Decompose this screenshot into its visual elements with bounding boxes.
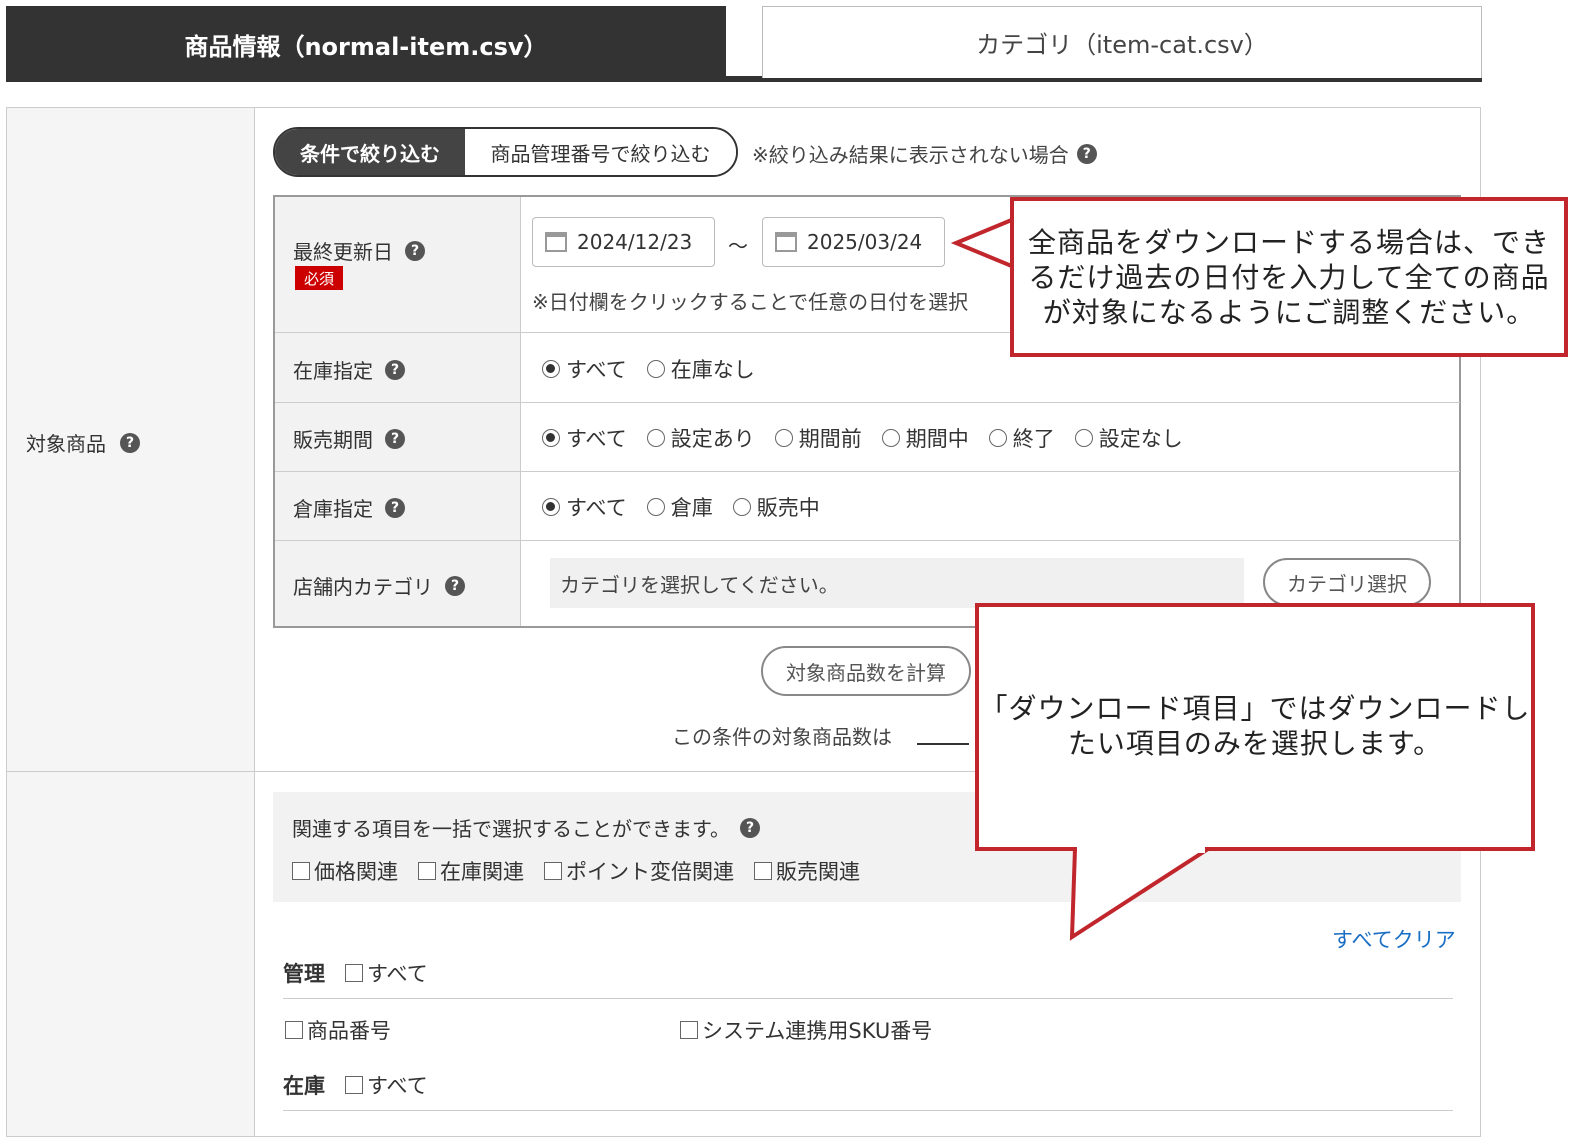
checkbox-sales[interactable]: 販売関連 [754,856,860,886]
filter-note: ※絞り込み結果に表示されない場合 ? [752,139,1097,168]
divider [283,998,1453,999]
radio-icon [881,429,900,447]
help-icon[interactable]: ? [405,240,425,261]
date-note: ※日付欄をクリックすることで任意の日付を選択 [532,290,969,314]
radio-option[interactable]: 設定なし [1074,423,1183,453]
tab-normal-item[interactable]: 商品情報（normal-item.csv） [6,6,726,82]
filter-by-item-number-button[interactable]: 商品管理番号で絞り込む [465,129,736,175]
group-management-header: 管理 すべて [283,958,428,988]
store-category-label: 店舗内カテゴリ ? [293,571,465,600]
checkbox-icon [418,862,436,880]
help-icon[interactable]: ? [1076,143,1097,164]
bulk-checkbox-group: 価格関連 在庫関連 ポイント変倍関連 販売関連 [292,856,860,886]
radio-option[interactable]: すべて [542,423,627,453]
checkbox-stock-all[interactable]: すべて [345,1070,428,1100]
date-from-input[interactable]: 2024/12/23 [532,217,715,267]
stock-radio-group: すべて 在庫なし [542,354,755,384]
radio-icon [646,360,665,378]
checkbox-icon [292,862,310,880]
warehouse-radio-group: すべて 倉庫 販売中 [542,492,820,522]
radio-selected-icon [542,429,560,447]
sale-period-radio-group: すべて 設定あり 期間前 期間中 終了 設定なし [542,423,1183,453]
radio-option[interactable]: 倉庫 [646,492,713,522]
stock-label: 在庫指定 ? [293,355,405,384]
category-field[interactable]: カテゴリを選択してください。 [550,558,1244,608]
filter-mode-toggle: 条件で絞り込む 商品管理番号で絞り込む [273,127,738,177]
checkbox-stock[interactable]: 在庫関連 [418,856,524,886]
help-icon[interactable]: ? [120,432,140,453]
checkbox-icon [285,1021,303,1039]
filter-by-condition-button[interactable]: 条件で絞り込む [275,129,465,175]
radio-icon [732,498,751,516]
group-title: 在庫 [283,1074,325,1098]
tab-item-cat[interactable]: カテゴリ（item-cat.csv） [762,6,1482,78]
radio-icon [988,429,1007,447]
checkbox-icon [345,964,363,982]
help-icon[interactable]: ? [740,817,760,838]
radio-selected-icon [542,360,560,378]
calculate-count-button[interactable]: 対象商品数を計算 [761,646,971,696]
checkbox-price[interactable]: 価格関連 [292,856,398,886]
checkbox-sku-number[interactable]: システム連携用SKU番号 [680,1015,932,1045]
calendar-icon [545,232,567,252]
calendar-icon [775,232,797,252]
divider [283,1110,1453,1111]
checkbox-icon [345,1076,363,1094]
bulk-select-text: 関連する項目を一括で選択することができます。 ? [292,813,760,842]
help-icon[interactable]: ? [385,359,405,380]
radio-option[interactable]: 在庫なし [646,354,755,384]
help-icon[interactable]: ? [445,575,465,596]
row-divider [275,540,1460,541]
radio-option[interactable]: 設定あり [646,423,755,453]
checkbox-item-number-row: 商品番号 [285,1015,391,1045]
date-separator: ～ [728,234,748,258]
count-value [917,743,969,745]
checkbox-icon [754,862,772,880]
group-title: 管理 [283,962,325,986]
date-to-input[interactable]: 2025/03/24 [762,217,945,267]
annotation-callout-download-items: 「ダウンロード項目」ではダウンロードしたい項目のみを選択します。 [975,603,1535,851]
count-text: この条件の対象商品数は [672,725,892,749]
required-badge: 必須 [295,266,343,290]
radio-icon [646,498,665,516]
checkbox-point[interactable]: ポイント変倍関連 [544,856,734,886]
radio-option[interactable]: 販売中 [732,492,820,522]
row-divider [275,402,1460,403]
radio-option[interactable]: すべて [542,492,627,522]
clear-all-link[interactable]: すべてクリア [1332,924,1456,954]
radio-option[interactable]: 期間前 [774,423,862,453]
checkbox-icon [680,1021,698,1039]
checkbox-icon [544,862,562,880]
help-icon[interactable]: ? [385,497,405,518]
radio-icon [774,429,793,447]
warehouse-label: 倉庫指定 ? [293,493,405,522]
checkbox-management-all[interactable]: すべて [345,958,428,988]
label-column [7,108,255,1136]
group-stock-header: 在庫 すべて [283,1070,428,1100]
radio-selected-icon [542,498,560,516]
help-icon[interactable]: ? [385,428,405,449]
sale-period-label: 販売期間 ? [293,424,405,453]
checkbox-sku-row: システム連携用SKU番号 [680,1015,932,1045]
callout-tail [1069,845,1215,941]
checkbox-item-number[interactable]: 商品番号 [285,1015,391,1045]
radio-option[interactable]: 終了 [988,423,1055,453]
radio-icon [646,429,665,447]
last-updated-label: 最終更新日 ? [293,236,425,265]
target-products-label: 対象商品 ? [26,428,140,457]
radio-option[interactable]: すべて [542,354,627,384]
radio-icon [1074,429,1093,447]
category-select-button[interactable]: カテゴリ選択 [1263,558,1431,606]
annotation-callout-dates: 全商品をダウンロードする場合は、できるだけ過去の日付を入力して全ての商品が対象に… [1010,197,1568,357]
radio-option[interactable]: 期間中 [881,423,969,453]
row-divider [275,471,1460,472]
